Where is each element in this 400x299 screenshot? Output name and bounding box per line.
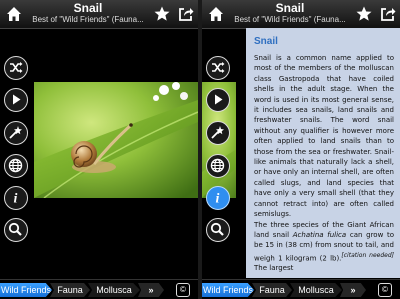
play-icon [215, 94, 223, 105]
copyright-button[interactable]: © [176, 283, 190, 297]
shuffle-icon [212, 62, 225, 73]
shuffle-button[interactable] [206, 56, 230, 80]
breadcrumb-fauna[interactable]: Fauna [252, 283, 292, 297]
breadcrumb: Wild Friends Fauna Mollusca » © [0, 279, 198, 299]
magic-wand-icon [9, 126, 22, 139]
web-button[interactable] [206, 154, 230, 178]
breadcrumb-wild-friends[interactable]: Wild Friends [0, 283, 52, 297]
magnifier-icon [210, 222, 224, 236]
magic-button[interactable] [206, 121, 230, 145]
breadcrumb-more-button[interactable]: » [340, 283, 366, 297]
shuffle-icon [10, 62, 23, 73]
play-button[interactable] [4, 88, 28, 112]
breadcrumb-mollusca[interactable]: Mollusca [290, 283, 342, 297]
home-icon[interactable] [4, 4, 24, 24]
snail-photo[interactable] [34, 82, 198, 198]
article-paragraph-1: Snail is a common name applied to most o… [254, 54, 394, 219]
top-bar: Snail Best of "Wild Friends" (Fauna... [0, 0, 198, 29]
breadcrumb-mollusca[interactable]: Mollusca [88, 283, 140, 297]
info-icon: i [216, 192, 220, 207]
magnifier-icon [8, 222, 22, 236]
info-icon: i [14, 192, 18, 207]
shuffle-button[interactable] [4, 56, 28, 80]
breadcrumb-more-button[interactable]: » [138, 283, 164, 297]
star-icon[interactable] [152, 4, 172, 24]
right-pane: Snail Best of "Wild Friends" (Fauna... S… [202, 0, 400, 299]
article-panel[interactable]: Snail Snail is a common name applied to … [246, 28, 400, 278]
magic-wand-icon [211, 126, 224, 139]
svg-text:i: i [216, 192, 220, 207]
magic-button[interactable] [4, 121, 28, 145]
globe-icon [8, 158, 23, 173]
top-bar: Snail Best of "Wild Friends" (Fauna... [202, 0, 400, 29]
page-subtitle: Best of "Wild Friends" (Fauna... [32, 15, 144, 24]
web-button[interactable] [4, 154, 28, 178]
play-button[interactable] [206, 88, 230, 112]
article-paragraph-2-end: The largest [254, 264, 294, 273]
globe-icon [210, 158, 225, 173]
search-button[interactable] [206, 218, 230, 242]
article-body: Snail is a common name applied to most o… [254, 53, 394, 274]
share-icon[interactable] [176, 4, 196, 24]
play-icon [13, 94, 21, 105]
info-button-active[interactable]: i [206, 186, 230, 210]
svg-text:i: i [14, 192, 18, 207]
breadcrumb-fauna[interactable]: Fauna [50, 283, 90, 297]
page-title: Snail [275, 1, 305, 15]
info-button[interactable]: i [4, 186, 28, 210]
citation-needed-link[interactable]: [citation needed] [341, 252, 394, 259]
breadcrumb: Wild Friends Fauna Mollusca » © [202, 279, 400, 299]
home-icon[interactable] [206, 4, 226, 24]
page-subtitle: Best of "Wild Friends" (Fauna... [234, 15, 346, 24]
article-species-name: Achatina fulica [292, 230, 347, 239]
copyright-button[interactable]: © [378, 283, 392, 297]
article-title: Snail [254, 36, 278, 47]
search-button[interactable] [4, 218, 28, 242]
star-icon[interactable] [354, 4, 374, 24]
left-pane: Snail Best of "Wild Friends" (Fauna... i… [0, 0, 198, 299]
page-title: Snail [73, 1, 103, 15]
share-icon[interactable] [378, 4, 398, 24]
breadcrumb-wild-friends[interactable]: Wild Friends [202, 283, 254, 297]
